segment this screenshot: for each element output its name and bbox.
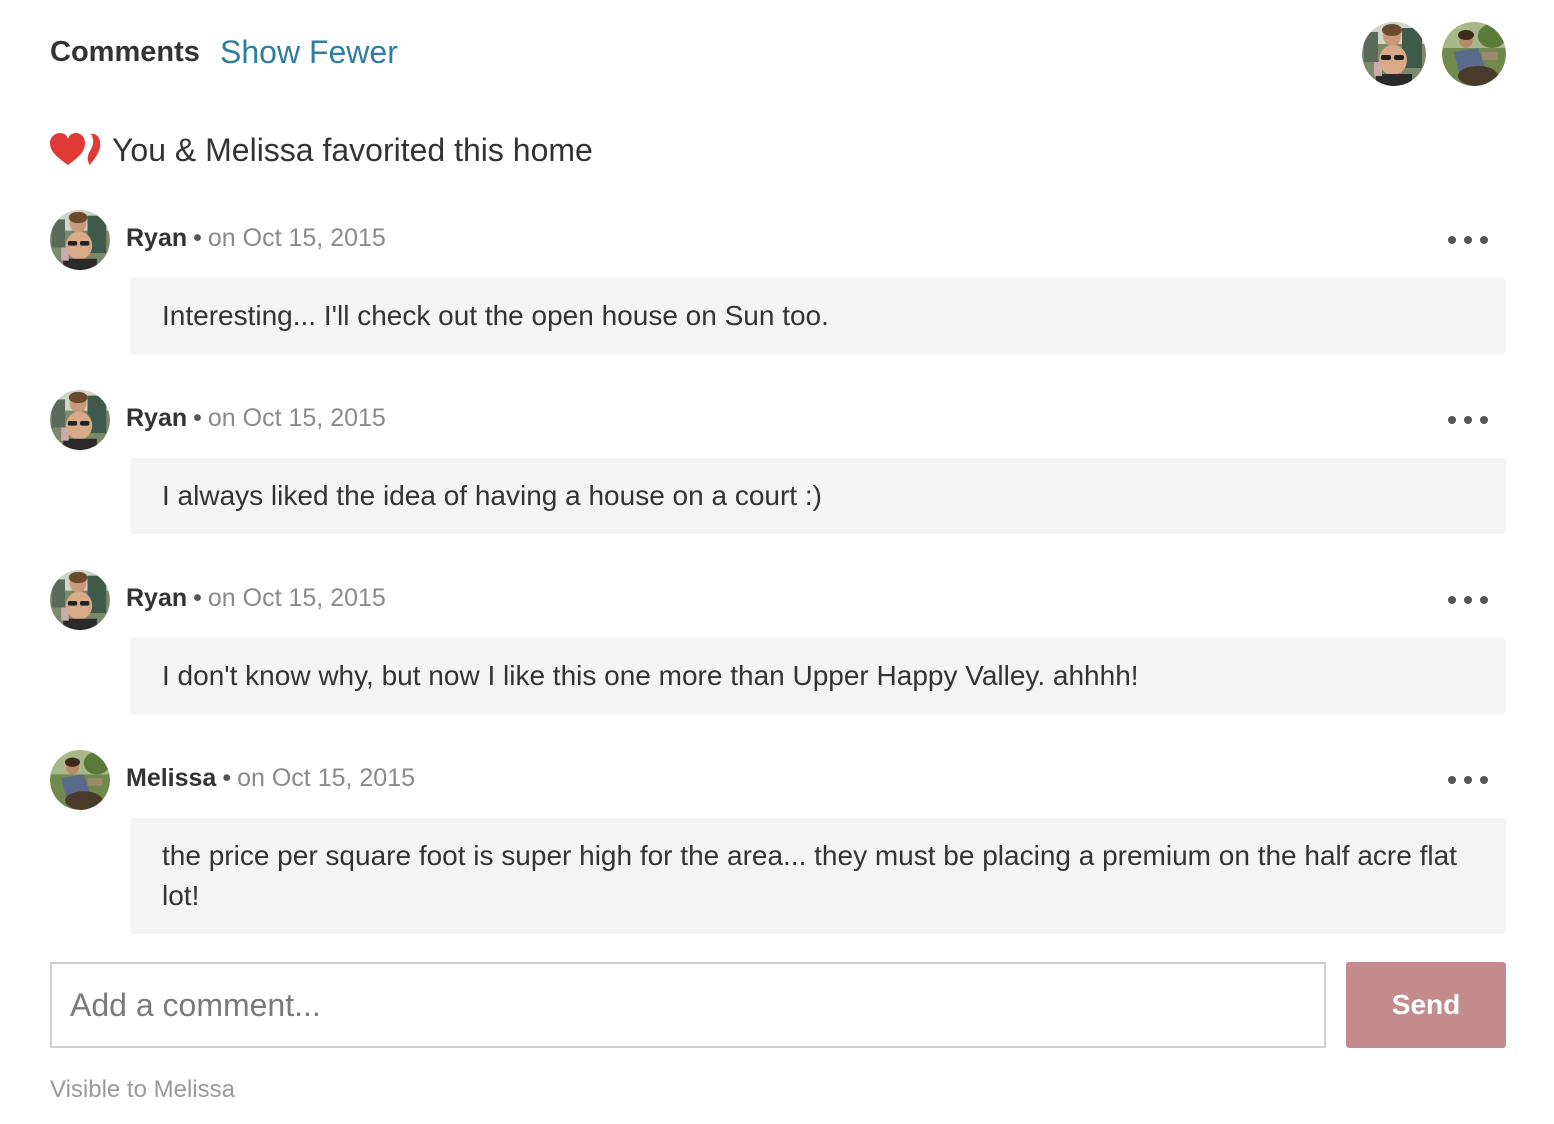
comments-header: Comments Show Fewer: [50, 22, 1506, 88]
show-fewer-link[interactable]: Show Fewer: [220, 34, 398, 71]
comment-date: on Oct 15, 2015: [207, 584, 386, 612]
favorite-status: You & Melissa favorited this home: [50, 126, 593, 174]
separator-dot: •: [193, 404, 202, 432]
separator-dot: •: [193, 584, 202, 612]
comment-input[interactable]: [50, 962, 1326, 1048]
visibility-note: Visible to Melissa: [50, 1076, 235, 1103]
hearts-icon: [50, 133, 101, 165]
favorite-text: You & Melissa favorited this home: [112, 131, 593, 168]
separator-dot: •: [222, 764, 232, 792]
avatar[interactable]: [50, 570, 110, 630]
comment-text: Interesting... I'll check out the open h…: [130, 278, 1506, 354]
comment-author[interactable]: Ryan: [126, 404, 187, 432]
more-options-icon[interactable]: [1448, 772, 1488, 788]
comment-text: I always liked the idea of having a hous…: [130, 458, 1506, 534]
avatar[interactable]: [50, 750, 110, 810]
comment-text: I don't know why, but now I like this on…: [130, 638, 1506, 714]
avatar[interactable]: [50, 390, 110, 450]
more-options-icon[interactable]: [1448, 232, 1488, 248]
ryan-avatar[interactable]: [1362, 22, 1426, 86]
comment-meta: Ryan • on Oct 15, 2015: [126, 584, 386, 613]
separator-dot: •: [193, 224, 202, 252]
more-options-icon[interactable]: [1448, 412, 1488, 428]
comment-meta: Melissa • on Oct 15, 2015: [126, 764, 415, 793]
comment-date: on Oct 15, 2015: [237, 764, 416, 792]
melissa-avatar[interactable]: [1442, 22, 1506, 86]
comment-date: on Oct 15, 2015: [207, 404, 386, 432]
comments-title: Comments: [50, 36, 200, 68]
comment-date: on Oct 15, 2015: [207, 224, 386, 252]
send-button[interactable]: Send: [1346, 962, 1506, 1048]
comment-author[interactable]: Ryan: [126, 584, 187, 612]
comment-meta: Ryan • on Oct 15, 2015: [126, 404, 386, 433]
comment-author[interactable]: Ryan: [126, 224, 187, 252]
comment-composer: Send: [50, 962, 1506, 1048]
comment-text: the price per square foot is super high …: [130, 818, 1506, 934]
participant-avatars: [1362, 22, 1506, 86]
comment-meta: Ryan • on Oct 15, 2015: [126, 224, 386, 253]
comment-author[interactable]: Melissa: [126, 764, 216, 792]
avatar[interactable]: [50, 210, 110, 270]
more-options-icon[interactable]: [1448, 592, 1488, 608]
